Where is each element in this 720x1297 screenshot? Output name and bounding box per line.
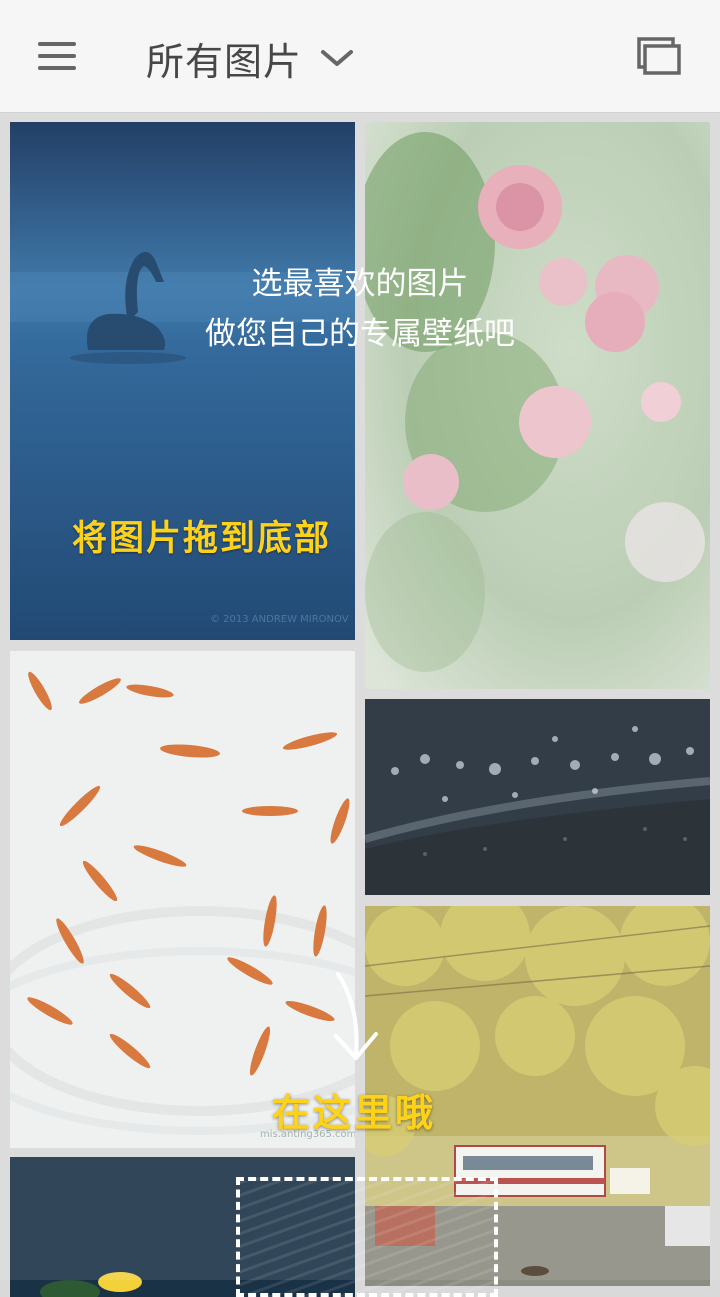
wallpaper-drop-zone[interactable] [236,1177,498,1297]
hint-line-2: 做您自己的专属壁纸吧 [205,316,515,352]
album-selector[interactable]: 所有图片 [146,30,354,86]
chevron-down-icon [321,50,354,66]
drop-hint: 在这里哦 [272,1091,437,1135]
hint-line-1: 选最喜欢的图片 [251,266,469,302]
image-tile-bokeh[interactable] [365,699,710,895]
image-credit: © 2013 ANDREW MIRONOV [210,614,349,625]
hamburger-menu-icon[interactable] [38,42,78,72]
stacked-windows-icon[interactable] [636,36,682,76]
page-title: 所有图片 [146,39,303,84]
drag-hint: 将图片拖到底部 [72,519,332,559]
app-toolbar: 所有图片 [0,0,720,113]
image-tile-goldfish[interactable]: mis.anting365.com [10,651,355,1148]
image-tile-swan[interactable]: © 2013 ANDREW MIRONOV [10,122,355,640]
curved-arrow-icon [334,972,378,1060]
image-tile-roses[interactable] [365,122,710,689]
